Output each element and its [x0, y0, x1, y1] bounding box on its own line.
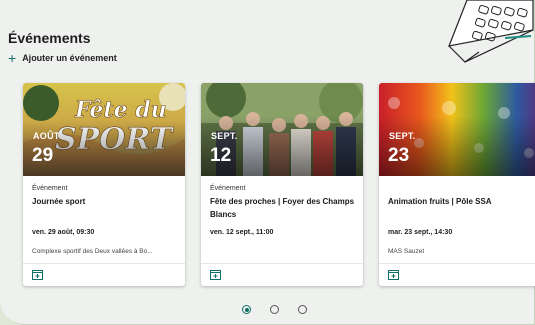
event-datetime: ven. 12 sept., 11:00	[210, 229, 274, 236]
event-card[interactable]: Fête du SPORT AOÛT 29 Événement Journée …	[23, 83, 185, 286]
card-divider	[23, 263, 185, 264]
event-name[interactable]: Animation fruits | Pôle SSA	[388, 195, 534, 208]
event-day: 29	[32, 145, 54, 166]
events-webpart: Événements + Ajouter un événement AOÛT 2…	[0, 0, 535, 325]
calendar-add-icon[interactable]	[32, 269, 43, 280]
event-day: 12	[210, 145, 232, 166]
event-type: Événement	[32, 185, 68, 192]
event-month: SEPT.	[389, 131, 416, 141]
event-name[interactable]: Fête des proches | Foyer des Champs Blan…	[210, 195, 356, 221]
calendar-add-icon[interactable]	[210, 269, 221, 280]
page-dot-3[interactable]	[298, 305, 307, 314]
event-card[interactable]: SEPT. 12 Événement Fête des proches | Fo…	[201, 83, 363, 286]
event-month: AOÛT	[33, 131, 60, 141]
event-location: Complexe sportif des Deux vallées à Bo..…	[32, 248, 153, 255]
add-event-button[interactable]: + Ajouter un événement	[8, 50, 117, 66]
event-card[interactable]: SEPT. 23 Animation fruits | Pôle SSA mar…	[379, 83, 535, 286]
calendar-sketch-icon	[448, 0, 534, 63]
event-name[interactable]: Journée sport	[32, 195, 178, 208]
event-month: SEPT.	[211, 131, 238, 141]
carousel-pagination	[242, 305, 307, 314]
section-title: Événements	[8, 30, 91, 46]
event-day: 23	[388, 145, 410, 166]
event-type: Événement	[210, 185, 246, 192]
plus-icon: +	[8, 50, 17, 66]
card-divider	[201, 263, 363, 264]
calendar-add-icon[interactable]	[388, 269, 399, 280]
page-dot-2[interactable]	[270, 305, 279, 314]
card-divider	[379, 263, 535, 264]
event-datetime: ven. 29 août, 09:30	[32, 229, 95, 236]
add-event-label: Ajouter un événement	[22, 53, 117, 63]
event-location: MAS Sauzet	[388, 248, 425, 255]
event-datetime: mar. 23 sept., 14:30	[388, 229, 453, 236]
page-dot-1[interactable]	[242, 305, 251, 314]
